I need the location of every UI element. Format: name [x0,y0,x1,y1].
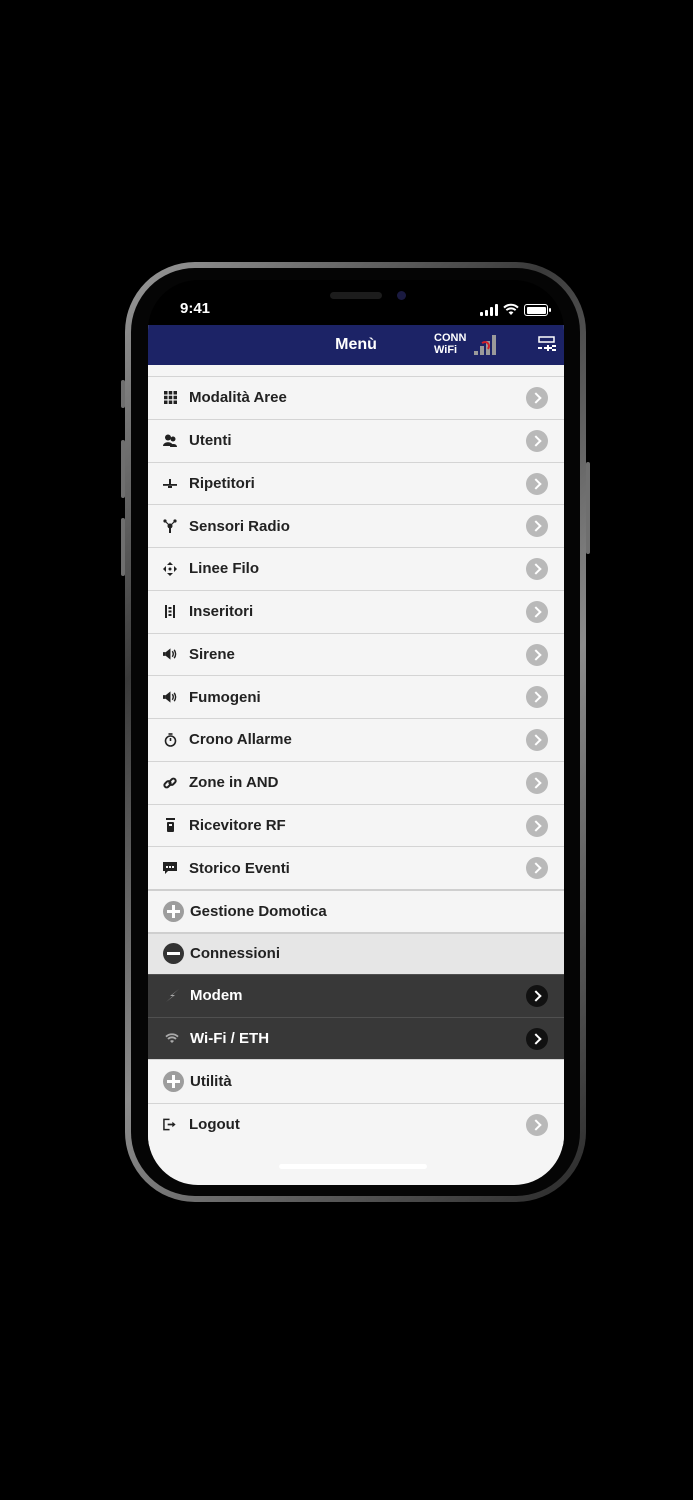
menu-item-fumogeni[interactable]: Fumogeni [148,675,564,718]
chevron-right-icon [526,857,548,880]
menu-item-ripetitori[interactable]: Ripetitori [148,461,564,505]
menu-item-label: Sirene [189,645,235,663]
front-camera [397,291,406,300]
chevron-right-icon [526,1114,548,1136]
menu-item-label: Modalità Aree [189,389,287,407]
menu-item-sirene[interactable]: Sirene [148,632,564,676]
logout-icon [163,1118,177,1132]
chevron-right-icon [526,771,548,794]
receiver-icon [163,818,177,833]
power-button [586,462,590,554]
disconnect-plug-icon[interactable] [536,334,558,356]
menu-item-label: Fumogeni [189,688,261,706]
collapse-minus-icon [163,943,184,965]
stopwatch-icon [163,733,177,747]
page-title: Menù [335,336,377,353]
menu-item-zone-in-and[interactable]: Zone in AND [148,760,564,804]
radio-sensor-icon [163,519,177,534]
menu-item-sensori-radio[interactable]: Sensori Radio [148,504,564,547]
speaker-icon [163,690,177,704]
menu-item-crono-allarme[interactable]: Crono Allarme [148,718,564,761]
group-utilita[interactable]: Utilità [148,1059,564,1103]
submenu-item-label: Modem [190,987,243,1005]
menu-item-logout[interactable]: Logout [148,1103,564,1146]
volume-up-button [121,440,125,498]
group-label: Connessioni [190,945,281,963]
app-header: Menù CONN WiFi [148,325,564,365]
chevron-right-icon [526,429,548,452]
chevron-right-icon [526,600,548,623]
silent-switch [121,380,125,408]
connection-status: CONN WiFi [434,332,466,356]
phone-screen: 9:41 Menù CONN WiFi Modalità Aree Utenti… [148,280,564,1185]
submenu-item-modem[interactable]: Modem [148,974,564,1017]
wired-lines-icon [163,561,177,576]
connection-type: WiFi [434,344,458,356]
chevron-right-icon [526,515,548,538]
lightning-icon [165,989,179,1003]
menu-item-label: Logout [189,1116,240,1134]
speaker-icon [163,647,177,661]
keypad-icon [163,605,177,619]
volume-down-button [121,518,125,576]
chevron-right-icon [526,387,548,409]
cellular-signal-icon [480,304,498,316]
menu-item-modalita-aree[interactable]: Modalità Aree [148,376,564,419]
chevron-right-icon [526,1027,548,1050]
home-indicator[interactable] [279,1164,427,1169]
signal-strength-icon [474,333,496,355]
menu-item-label: Zone in AND [189,774,279,792]
menu-item-ricevitore-rf[interactable]: Ricevitore RF [148,803,564,847]
users-icon [163,434,177,448]
chevron-right-icon [526,814,548,837]
link-icon [163,776,177,790]
chevron-right-icon [526,472,548,495]
menu-item-label: Utenti [189,432,232,450]
menu-item-label: Storico Eventi [189,859,290,877]
chevron-right-icon [526,686,548,709]
chevron-right-icon [526,643,548,666]
submenu-item-wifi-eth[interactable]: Wi-Fi / ETH [148,1016,564,1059]
menu-item-storico-eventi[interactable]: Storico Eventi [148,846,564,889]
status-time: 9:41 [180,300,211,317]
wifi-icon [165,1031,179,1045]
group-connessioni[interactable]: Connessioni [148,931,564,974]
expand-plus-icon [163,900,184,922]
connection-label: CONN [434,332,467,344]
menu-item-label: Ricevitore RF [189,816,286,834]
menu-item-inseritori[interactable]: Inseritori [148,589,564,633]
menu-item-label: Sensori Radio [189,517,290,535]
menu-list: Modalità Aree Utenti Ripetitori Sensori … [148,376,564,1146]
group-label: Utilità [190,1073,232,1090]
status-icons [480,300,551,316]
submenu-item-label: Wi-Fi / ETH [190,1029,270,1047]
repeater-icon [163,476,177,490]
menu-item-label: Linee Filo [189,560,260,578]
menu-item-label: Crono Allarme [189,731,292,749]
chevron-right-icon [526,729,548,751]
menu-item-utenti[interactable]: Utenti [148,418,564,462]
expand-plus-icon [163,1071,184,1092]
menu-item-label: Inseritori [189,603,254,621]
status-bar: 9:41 [148,280,564,325]
group-label: Gestione Domotica [190,902,327,920]
chevron-right-icon [526,558,548,580]
group-gestione-domotica[interactable]: Gestione Domotica [148,889,564,932]
wifi-status-icon [503,303,519,315]
grid-icon [163,391,177,405]
menu-item-linee-filo[interactable]: Linee Filo [148,547,564,590]
battery-icon [524,304,551,316]
menu-item-label: Ripetitori [189,474,255,492]
speaker-grill [330,292,382,299]
app-container: Menù CONN WiFi Modalità Aree Utenti Ripe… [148,325,564,1185]
chevron-right-icon [526,985,548,1007]
chat-icon [163,861,177,875]
